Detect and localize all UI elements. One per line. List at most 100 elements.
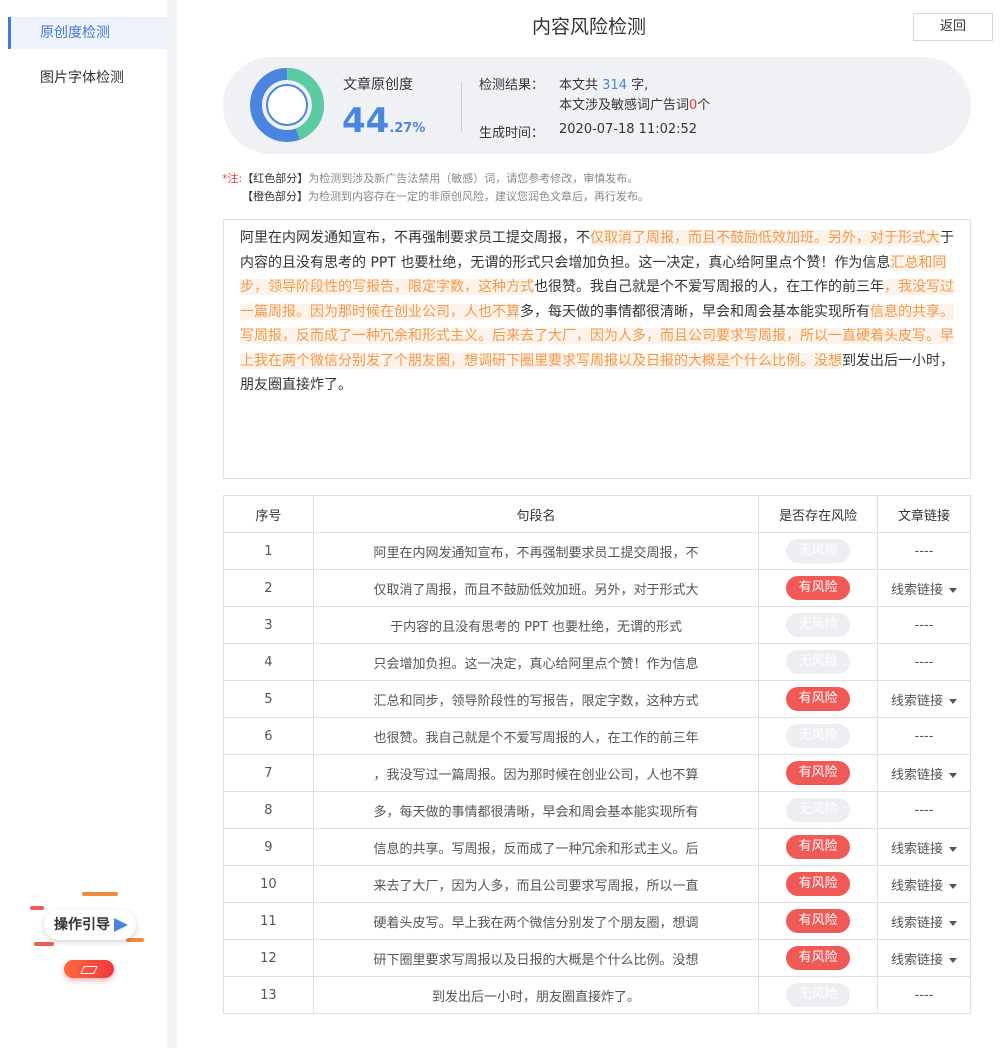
row-link-cell[interactable]: 线索链接 <box>877 680 971 718</box>
table-row: 13 到发出后一小时，朋友圈直接炸了。 无风险 ---- <box>223 976 971 1014</box>
note-red: *注:【红色部分】为检测到涉及新广告法禁用（敏感）词，请您参考修改，审慎发布。 <box>222 170 649 188</box>
caret-down-icon[interactable] <box>949 846 958 852</box>
table-row: 3 于内容的且没有思考的 PPT 也要杜绝，无谓的形式 无风险 ---- <box>223 606 971 644</box>
table-row: 11 硬着头皮写。早上我在两个微信分别发了个朋友圈，想调 有风险 线索链接 <box>223 902 971 940</box>
row-no: 7 <box>223 754 314 792</box>
back-button[interactable]: 返回 <box>913 13 993 41</box>
row-link-cell: ---- <box>877 976 971 1014</box>
table-row: 10 来去了大厂，因为人多，而且公司要求写周报，所以一直 有风险 线索链接 <box>223 865 971 903</box>
row-segment: 信息的共享。写周报，反而成了一种冗余和形式主义。后 <box>312 828 760 866</box>
risk-badge: 有风险 <box>786 872 851 896</box>
row-segment: 来去了大厂，因为人多，而且公司要求写周报，所以一直 <box>312 865 760 903</box>
risk-badge: 有风险 <box>786 687 851 711</box>
table-row: 7 ，我没写过一篇周报。因为那时候在创业公司，人也不算 有风险 线索链接 <box>223 754 971 792</box>
risk-badge: 无风险 <box>786 724 851 748</box>
row-segment: 研下圈里要求写周报以及日报的大概是个什么比例。没想 <box>312 939 760 977</box>
row-risk-cell: 无风险 <box>758 606 879 644</box>
guide-start-button[interactable] <box>64 960 114 978</box>
row-risk-cell: 无风险 <box>758 976 879 1014</box>
clue-link[interactable]: 线索链接 <box>891 879 943 894</box>
row-link-cell: ---- <box>877 606 971 644</box>
originality-int: 44 <box>342 101 390 141</box>
caret-down-icon[interactable] <box>949 587 958 593</box>
sidebar: 原创度检测 图片字体检测 操作引导 <box>0 0 167 1048</box>
risk-badge: 有风险 <box>786 909 851 933</box>
sidebar-item-originality[interactable]: 原创度检测 <box>8 17 167 49</box>
risk-badge: 有风险 <box>786 761 851 785</box>
clue-link[interactable]: 线索链接 <box>891 953 943 968</box>
row-risk-cell: 无风险 <box>758 532 879 570</box>
word-count-suffix: 字, <box>631 78 649 93</box>
row-link-cell[interactable]: 线索链接 <box>877 569 971 607</box>
clue-link[interactable]: 线索链接 <box>891 768 943 783</box>
row-link-cell[interactable]: 线索链接 <box>877 939 971 977</box>
no-link: ---- <box>914 728 934 744</box>
row-link-cell: ---- <box>877 717 971 755</box>
originality-label: 文章原创度 <box>343 77 413 93</box>
risk-badge: 有风险 <box>786 946 851 970</box>
caret-down-icon[interactable] <box>949 772 958 778</box>
clue-link[interactable]: 线索链接 <box>891 916 943 931</box>
row-segment: 硬着头皮写。早上我在两个微信分别发了个朋友圈，想调 <box>312 902 760 940</box>
risk-badge: 无风险 <box>786 613 851 637</box>
row-link-cell[interactable]: 线索链接 <box>877 754 971 792</box>
row-segment: ，我没写过一篇周报。因为那时候在创业公司，人也不算 <box>312 754 760 792</box>
sidebar-item-image-font[interactable]: 图片字体检测 <box>8 62 167 94</box>
row-no: 4 <box>223 643 314 681</box>
guide-label-text: 操作引导 <box>54 917 110 933</box>
article-segment: 研下圈里要求写周报以及日报的大概是个什么比例。没想 <box>492 352 842 369</box>
row-link-cell: ---- <box>877 791 971 829</box>
time-value: 2020-07-18 11:02:52 <box>559 122 698 137</box>
caret-down-icon[interactable] <box>949 698 958 704</box>
guide-label[interactable]: 操作引导 <box>44 910 136 940</box>
clue-link[interactable]: 线索链接 <box>891 583 943 598</box>
clue-link[interactable]: 线索链接 <box>891 842 943 857</box>
article-content: 阿里在内网发通知宣布，不再强制要求员工提交周报，不仅取消了周报，而且不鼓励低效加… <box>223 219 971 479</box>
summary-card: 文章原创度 44.27% 检测结果： 本文共 314 字, 本文涉及敏感词广告词… <box>223 57 971 154</box>
header-risk: 是否存在风险 <box>758 495 879 533</box>
risk-badge: 无风险 <box>786 983 851 1007</box>
row-link-cell[interactable]: 线索链接 <box>877 865 971 903</box>
no-link: ---- <box>914 617 934 633</box>
row-risk-cell: 有风险 <box>758 865 879 903</box>
row-no: 2 <box>223 569 314 607</box>
row-risk-cell: 有风险 <box>758 939 879 977</box>
row-no: 3 <box>223 606 314 644</box>
risk-badge: 无风险 <box>786 539 851 563</box>
row-no: 1 <box>223 532 314 570</box>
caret-down-icon[interactable] <box>949 883 958 889</box>
article-segment: 阿里在内网发通知宣布，不再强制要求员工提交周报，不 <box>240 230 590 246</box>
note-orange: 【橙色部分】为检测到内容存在一定的非原创风险，建议您润色文章后，再行发布。 <box>222 188 649 206</box>
word-count-line: 本文共 314 字, <box>559 74 648 93</box>
row-segment: 也很赞。我自己就是个不爱写周报的人，在工作的前三年 <box>312 717 760 755</box>
header-link: 文章链接 <box>877 495 971 533</box>
originality-decimal: .27% <box>389 121 426 136</box>
table-row: 9 信息的共享。写周报，反而成了一种冗余和形式主义。后 有风险 线索链接 <box>223 828 971 866</box>
risk-badge: 无风险 <box>786 798 851 822</box>
row-risk-cell: 有风险 <box>758 680 879 718</box>
row-segment: 于内容的且没有思考的 PPT 也要杜绝，无谓的形式 <box>312 606 760 644</box>
result-label: 检测结果： <box>479 78 545 93</box>
row-segment: 多，每天做的事情都很清晰，早会和周会基本能实现所有 <box>312 791 760 829</box>
operation-guide[interactable]: 操作引导 <box>30 890 150 990</box>
header-segment: 句段名 <box>312 495 760 533</box>
notes: *注:【红色部分】为检测到涉及新广告法禁用（敏感）词，请您参考修改，审慎发布。 … <box>222 170 649 206</box>
table-row: 12 研下圈里要求写周报以及日报的大概是个什么比例。没想 有风险 线索链接 <box>223 939 971 977</box>
row-risk-cell: 无风险 <box>758 643 879 681</box>
row-segment: 仅取消了周报，而且不鼓励低效加班。另外，对于形式大 <box>312 569 760 607</box>
row-link-cell[interactable]: 线索链接 <box>877 828 971 866</box>
row-link-cell[interactable]: 线索链接 <box>877 902 971 940</box>
clue-link[interactable]: 线索链接 <box>891 694 943 709</box>
caret-down-icon[interactable] <box>949 957 958 963</box>
table-row: 6 也很赞。我自己就是个不爱写周报的人，在工作的前三年 无风险 ---- <box>223 717 971 755</box>
row-no: 10 <box>223 865 314 903</box>
risk-badge: 无风险 <box>786 650 851 674</box>
row-risk-cell: 有风险 <box>758 754 879 792</box>
row-link-cell: ---- <box>877 643 971 681</box>
row-segment: 阿里在内网发通知宣布，不再强制要求员工提交周报，不 <box>312 532 760 570</box>
caret-down-icon[interactable] <box>949 920 958 926</box>
main-panel: 内容风险检测 返回 文章原创度 44.27% 检测结果： 本文共 314 字, … <box>177 0 1001 1048</box>
decor-stripe <box>34 942 54 946</box>
row-no: 9 <box>223 828 314 866</box>
row-risk-cell: 无风险 <box>758 717 879 755</box>
